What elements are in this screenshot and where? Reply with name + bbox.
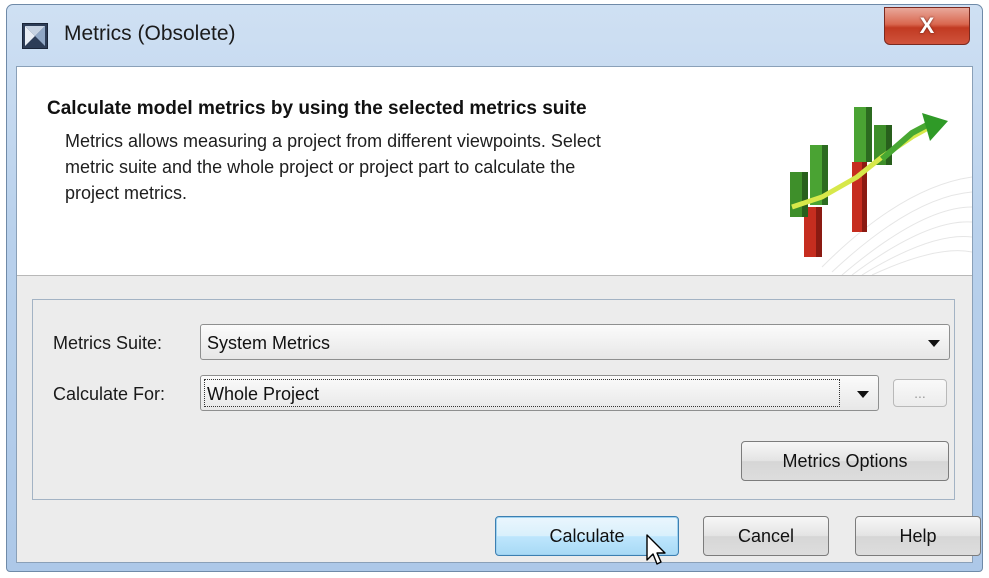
settings-panel: Metrics Suite: System Metrics Calculate … <box>32 299 955 500</box>
window-title: Metrics (Obsolete) <box>64 22 236 45</box>
calculate-for-value: Whole Project <box>207 384 320 404</box>
metrics-suite-value: System Metrics <box>207 333 331 353</box>
dialog-window: Metrics (Obsolete) X Calculate model met… <box>6 4 983 572</box>
help-button[interactable]: Help <box>855 516 981 556</box>
dialog-content: Calculate model metrics by using the sel… <box>16 66 981 563</box>
calculate-for-select[interactable]: Whole Project <box>200 375 879 411</box>
calculate-for-label: Calculate For: <box>53 384 166 404</box>
metrics-suite-select[interactable]: System Metrics <box>200 324 950 360</box>
title-bar[interactable]: Metrics (Obsolete) X <box>7 5 982 67</box>
metrics-chart-illustration <box>790 107 972 275</box>
chevron-down-icon <box>857 391 869 398</box>
metrics-app-icon <box>22 23 48 49</box>
close-button[interactable]: X <box>884 7 970 45</box>
banner-title: Calculate model metrics by using the sel… <box>47 98 587 119</box>
banner-description: Metrics allows measuring a project from … <box>65 131 601 203</box>
cancel-button[interactable]: Cancel <box>703 516 829 556</box>
header-banner: Calculate model metrics by using the sel… <box>17 67 972 276</box>
metrics-suite-label: Metrics Suite: <box>53 333 163 353</box>
browse-button[interactable]: ... <box>893 379 947 407</box>
chevron-down-icon <box>928 340 940 347</box>
close-icon: X <box>919 13 935 38</box>
mouse-cursor-icon <box>646 534 666 565</box>
metrics-options-button[interactable]: Metrics Options <box>741 441 949 481</box>
